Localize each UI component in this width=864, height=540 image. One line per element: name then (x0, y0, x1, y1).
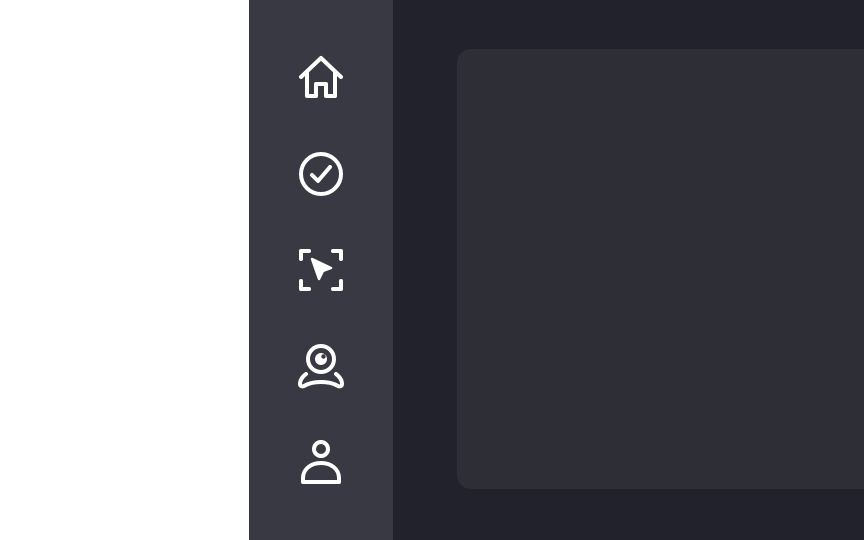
sidebar-item-profile[interactable] (249, 426, 393, 498)
main-area (393, 0, 864, 540)
sidebar-item-webcam[interactable] (249, 330, 393, 402)
webcam-icon (298, 344, 344, 389)
sidebar-item-select[interactable] (249, 234, 393, 306)
content-panel (457, 49, 864, 489)
sidebar (249, 0, 393, 540)
home-icon (299, 56, 343, 98)
blank-region (0, 0, 249, 540)
app-window (0, 0, 864, 540)
check-circle-icon (299, 152, 343, 196)
user-icon (301, 440, 341, 484)
sidebar-item-tasks[interactable] (249, 138, 393, 210)
sidebar-item-home[interactable] (249, 42, 393, 114)
cursor-select-icon (299, 249, 343, 291)
